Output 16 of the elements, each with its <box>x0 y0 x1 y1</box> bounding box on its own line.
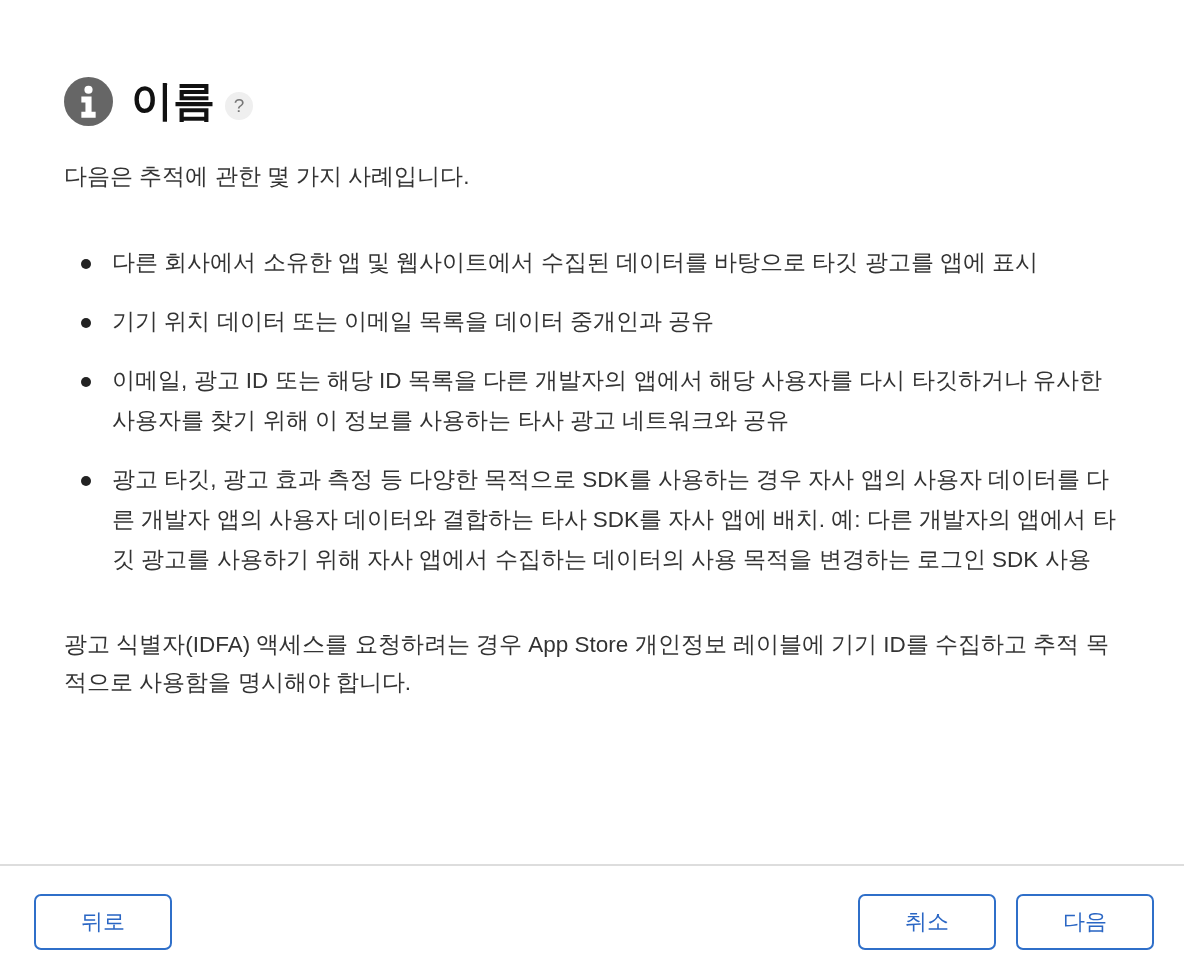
help-button[interactable]: ? <box>225 92 253 120</box>
bullet-icon <box>81 259 91 269</box>
bullet-icon <box>81 377 91 387</box>
example-text: 기기 위치 데이터 또는 이메일 목록을 데이터 중개인과 공유 <box>112 308 714 336</box>
bullet-icon <box>81 318 91 328</box>
cancel-button[interactable]: 취소 <box>858 894 996 950</box>
back-button[interactable]: 뒤로 <box>34 894 172 950</box>
bullet-icon <box>81 476 91 486</box>
info-icon <box>64 76 113 126</box>
example-text: 광고 타깃, 광고 효과 측정 등 다양한 목적으로 SDK를 사용하는 경우 자사 앱의 사용자 데이터를 다른 개발자 앱의 사용자 데이터와 결합하는 타사 SDK를 자사 앱에 배치. 예: 다른 개발자의 앱에서 타깃 광고를 사용하기 위해 자사 앱에서 수집하는 데이터의 사용 목적을 변경하는 로그인 SDK 사용 <box>112 466 1117 574</box>
intro-text: 다음은 추적에 관한 몇 가지 사례입니다. <box>64 163 471 191</box>
next-button[interactable]: 다음 <box>1016 894 1154 950</box>
example-text: 다른 회사에서 소유한 앱 및 웹사이트에서 수집된 데이터를 바탕으로 타깃 광고를 앱에 표시 <box>112 249 1038 277</box>
page-title: 이름 <box>131 76 215 126</box>
note-text: 광고 식별자(IDFA) 액세스를 요청하려는 경우 App Store 개인정보 레이블에 기기 ID를 수집하고 추적 목적으로 사용함을 명시해야 합니다. <box>64 631 1110 697</box>
example-text: 이메일, 광고 ID 또는 해당 ID 목록을 다른 개발자의 앱에서 해당 사용자를 다시 타깃하거나 유사한 사용자를 찾기 위해 이 정보를 사용하는 타사 광고 네트워크와 공유 <box>112 367 1103 435</box>
